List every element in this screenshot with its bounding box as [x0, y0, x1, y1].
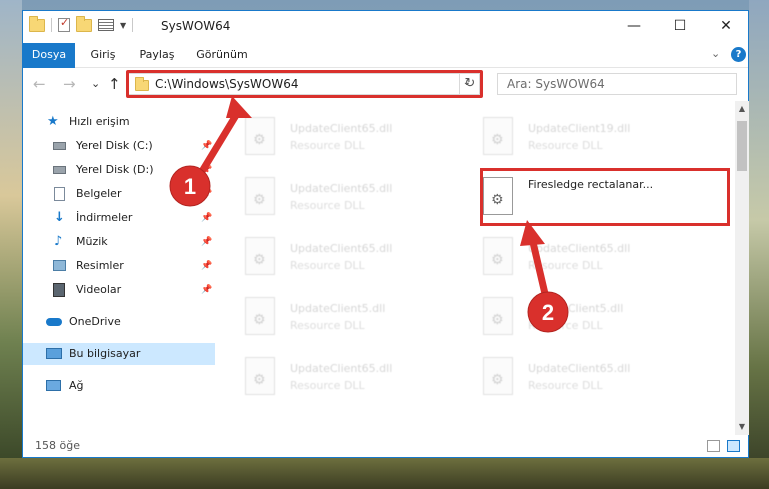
- step-2-number: 2: [542, 300, 554, 325]
- step-1-arrow: [194, 96, 252, 182]
- tutorial-annotations: 1 2: [169, 96, 569, 333]
- step-2-arrow: [520, 220, 550, 302]
- step-1-number: 1: [184, 174, 196, 199]
